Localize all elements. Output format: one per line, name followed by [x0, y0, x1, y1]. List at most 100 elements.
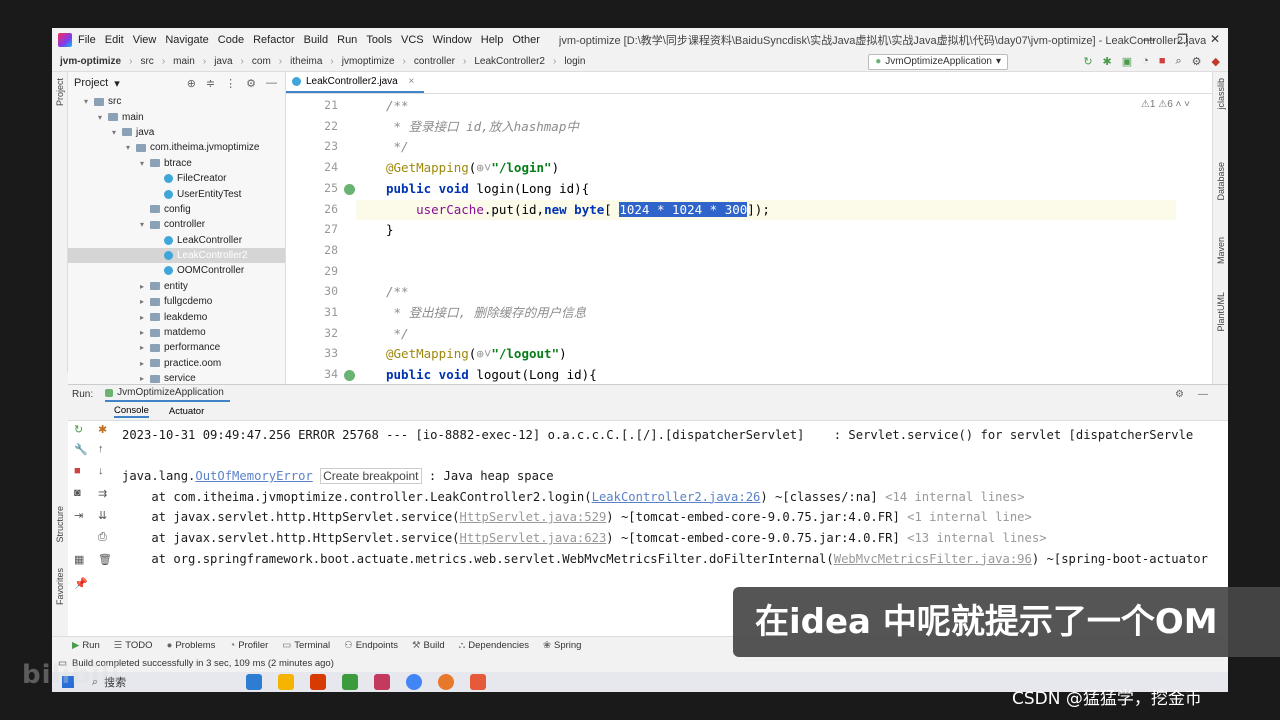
code-line[interactable]: public void login(Long id){	[386, 179, 589, 199]
code-line[interactable]: @GetMapping(⊕˅"/login")	[386, 158, 559, 178]
app-icon[interactable]	[342, 674, 359, 690]
clear-icon[interactable]: 🗑	[98, 553, 112, 566]
tree-item[interactable]: config	[68, 202, 285, 217]
tool-tab-build[interactable]: ⚒ Build	[412, 640, 445, 651]
chevron-down-icon[interactable]: ▾	[114, 77, 120, 90]
tree-item[interactable]: ▸ entity	[68, 279, 285, 294]
maximize-button[interactable]: ❐	[1177, 32, 1188, 46]
code-line[interactable]: /**	[386, 96, 409, 116]
run-config-dropdown[interactable]: ● JvmOptimizeApplication ▾	[868, 54, 1008, 70]
close-tab-icon[interactable]: ×	[409, 76, 415, 87]
soft-wrap-icon[interactable]: ⇉	[98, 487, 107, 500]
breadcrumb-item[interactable]: login	[564, 56, 585, 67]
menu-item-build[interactable]: Build	[304, 34, 328, 46]
spring-bean-icon[interactable]	[344, 183, 355, 195]
breadcrumb-item[interactable]: itheima	[290, 56, 322, 67]
console-line[interactable]: at com.itheima.jvmoptimize.controller.Le…	[122, 487, 1024, 507]
tree-item[interactable]: ▾ controller	[68, 217, 285, 232]
expand-arrow-icon[interactable]: ▸	[140, 282, 150, 291]
minimize-button[interactable]: —	[1143, 32, 1155, 46]
favorites-tool-button[interactable]: Favorites	[55, 568, 65, 605]
menu-item-other[interactable]: Other	[512, 34, 540, 46]
settings-icon[interactable]: ⚙	[1175, 389, 1184, 400]
chrome-icon[interactable]	[406, 674, 423, 690]
wrench-icon[interactable]: 🔧	[74, 443, 88, 456]
settings-icon[interactable]: ⚙	[246, 77, 256, 90]
coverage-icon[interactable]: ▣	[1122, 55, 1132, 68]
tree-item[interactable]: ▸ performance	[68, 340, 285, 355]
app-icon[interactable]	[470, 674, 487, 690]
tree-item[interactable]: ▸ practice.oom	[68, 356, 285, 371]
tree-item[interactable]: ▾ main	[68, 109, 285, 124]
project-tool-button[interactable]: Project	[55, 78, 65, 106]
console-line[interactable]: at javax.servlet.http.HttpServlet.servic…	[122, 528, 1046, 548]
expand-arrow-icon[interactable]: ▸	[140, 343, 150, 352]
structure-tool-button[interactable]: Structure	[55, 506, 65, 543]
tool-tab-run[interactable]: ▶ Run	[72, 640, 100, 651]
breadcrumb-item[interactable]: controller	[414, 56, 455, 67]
stop-icon[interactable]: ■	[74, 465, 81, 477]
scroll-end-icon[interactable]: ⇊	[98, 509, 107, 522]
run-tab[interactable]: JvmOptimizeApplication	[105, 387, 230, 402]
jclasslib-tool-button[interactable]: jclasslib	[1216, 78, 1226, 110]
tree-item[interactable]: FileCreator	[68, 171, 285, 186]
breadcrumb-item[interactable]: main	[173, 56, 195, 67]
profile-icon[interactable]: ◔	[1142, 55, 1149, 68]
maven-tool-button[interactable]: Maven	[1216, 237, 1226, 264]
code-line[interactable]: userCache.put(id,new byte[ 1024 * 1024 *…	[356, 199, 1176, 220]
menu-item-run[interactable]: Run	[337, 34, 357, 46]
menu-item-refactor[interactable]: Refactor	[253, 34, 295, 46]
tool-tab-problems[interactable]: ● Problems	[167, 640, 216, 651]
tool-tab-todo[interactable]: ☰ TODO	[114, 640, 153, 651]
console-line[interactable]: at javax.servlet.http.HttpServlet.servic…	[122, 507, 1032, 527]
expand-arrow-icon[interactable]: ▸	[140, 359, 150, 368]
menu-item-vcs[interactable]: VCS	[401, 34, 424, 46]
rerun-icon[interactable]: ↻	[74, 423, 83, 436]
code-line[interactable]: /**	[386, 282, 409, 302]
tree-item[interactable]: LeakController	[68, 233, 285, 248]
expand-arrow-icon[interactable]: ▸	[140, 297, 150, 306]
print-icon[interactable]: ⎙	[98, 531, 107, 544]
tree-item[interactable]: ▾ src	[68, 94, 285, 109]
down-arrow-icon[interactable]: ↓	[98, 465, 104, 477]
expand-arrow-icon[interactable]: ▾	[112, 128, 122, 137]
expand-arrow-icon[interactable]: ▾	[126, 143, 136, 152]
menu-item-window[interactable]: Window	[433, 34, 472, 46]
tool-tab-profiler[interactable]: ◔ Profiler	[229, 640, 268, 651]
tab-leakcontroller2[interactable]: LeakController2.java ×	[286, 76, 425, 93]
tab-actuator[interactable]: Actuator	[169, 406, 204, 417]
hide-icon[interactable]: —	[1198, 389, 1208, 400]
breadcrumb-item[interactable]: jvmoptimize	[342, 56, 395, 67]
project-title[interactable]: Project	[74, 77, 108, 89]
debug-icon[interactable]: ✱	[1103, 55, 1112, 68]
office-icon[interactable]	[310, 674, 327, 690]
tool-tab-dependencies[interactable]: ⛬ Dependencies	[459, 640, 529, 651]
menu-item-tools[interactable]: Tools	[366, 34, 392, 46]
expand-arrow-icon[interactable]: ▸	[140, 328, 150, 337]
expand-arrow-icon[interactable]: ▾	[84, 97, 94, 106]
breadcrumb-item[interactable]: LeakController2	[474, 56, 545, 67]
locate-icon[interactable]: ⊕	[187, 77, 196, 90]
tab-console[interactable]: Console	[114, 405, 149, 418]
tool-tab-terminal[interactable]: ▭ Terminal	[282, 640, 330, 651]
app-icon[interactable]	[438, 674, 455, 690]
tree-item[interactable]: ▾ com.itheima.jvmoptimize	[68, 140, 285, 155]
stop-icon[interactable]: ■	[1159, 55, 1166, 68]
hide-icon[interactable]: —	[266, 77, 277, 90]
database-tool-button[interactable]: Database	[1216, 162, 1226, 201]
tree-item[interactable]: ▸ leakdemo	[68, 309, 285, 324]
code-editor[interactable]: LeakController2.java × ⚠1 ⚠6 ˄ ˅ 21 22 23 2…	[286, 72, 1212, 384]
expand-arrow-icon[interactable]: ▾	[98, 113, 108, 122]
plantuml-tool-button[interactable]: PlantUML	[1216, 292, 1226, 332]
tool-tab-spring[interactable]: ❀ Spring	[543, 640, 581, 651]
close-button[interactable]: ✕	[1210, 32, 1220, 46]
menu-item-help[interactable]: Help	[481, 34, 504, 46]
breadcrumb-item[interactable]: jvm-optimize	[60, 56, 121, 67]
console-line[interactable]: at org.springframework.boot.actuate.metr…	[122, 549, 1208, 569]
tree-item[interactable]: ▾ btrace	[68, 156, 285, 171]
tree-item[interactable]: ▸ fullgcdemo	[68, 294, 285, 309]
pin-icon[interactable]: 📌	[74, 577, 88, 590]
menu-item-navigate[interactable]: Navigate	[165, 34, 208, 46]
breadcrumb-item[interactable]: src	[140, 56, 153, 67]
code-line[interactable]: */	[386, 137, 409, 157]
